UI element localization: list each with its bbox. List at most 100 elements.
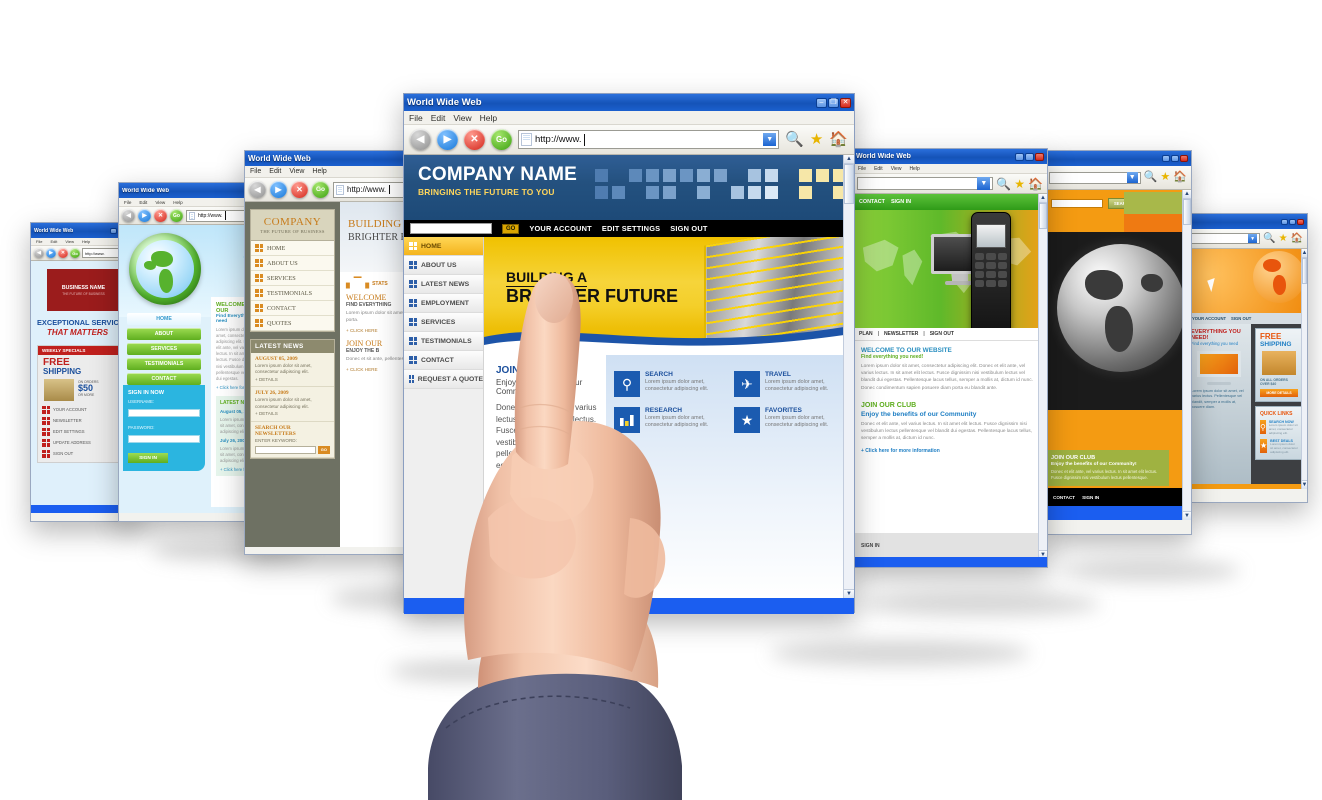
search-input[interactable] — [410, 223, 492, 234]
menu-help[interactable]: Help — [480, 113, 497, 123]
menu-help[interactable]: Help — [173, 200, 182, 205]
nav-item-about[interactable]: ABOUT — [127, 328, 201, 340]
newsletter-go-button[interactable]: GO — [317, 445, 330, 454]
nav-item-testimonials[interactable]: TESTIMONIALS — [127, 358, 201, 370]
site-navigation[interactable]: HOME ABOUT SERVICES TESTIMONIALS CONTACT — [127, 313, 201, 388]
scroll-up-arrow[interactable]: ▲ — [1183, 190, 1191, 199]
forward-arrow-icon[interactable]: ▶ — [437, 129, 458, 150]
nav-item-services[interactable]: SERVICES — [251, 271, 334, 286]
menu-edit[interactable]: Edit — [269, 168, 281, 175]
stop-x-icon[interactable]: ✕ — [154, 209, 167, 222]
nav-item-contact[interactable]: CONTACT — [251, 301, 334, 316]
title-bar[interactable]: World Wide Web – ❐ ✕ — [404, 94, 854, 111]
stop-x-icon[interactable]: ✕ — [464, 129, 485, 150]
minimize-button[interactable] — [1162, 155, 1170, 162]
minimize-button[interactable] — [1015, 152, 1024, 161]
close-button[interactable] — [1180, 155, 1188, 162]
menu-bar[interactable]: File Edit View Help — [404, 111, 854, 125]
address-bar[interactable]: ▼ — [1049, 171, 1141, 184]
address-bar[interactable]: ▼ — [1191, 233, 1261, 244]
account-links-list[interactable]: YOUR ACCOUNT NEWSLETTER EDIT SETTINGS UP… — [38, 401, 129, 462]
back-arrow-icon[interactable]: ◀ — [122, 209, 135, 222]
home-icon[interactable]: 🏠 — [1291, 233, 1303, 244]
back-arrow-icon[interactable]: ◀ — [249, 181, 266, 198]
window-controls[interactable] — [1015, 152, 1044, 161]
nav-item-services[interactable]: SERVICES — [127, 343, 201, 355]
sign-in-button[interactable]: SIGN IN — [128, 453, 168, 463]
stop-x-icon[interactable]: ✕ — [291, 181, 308, 198]
nav-contact[interactable]: CONTACT — [859, 199, 885, 205]
star-icon[interactable]: ★ — [1014, 178, 1025, 190]
forward-arrow-icon[interactable]: ▶ — [270, 181, 287, 198]
browser-window-orange-right-site[interactable]: ▼ 🔍 ★ 🏠 YOUR ACCOUNT SIGN OUT EVERYTHING… — [1186, 213, 1308, 503]
list-item[interactable]: SIGN OUT — [42, 448, 125, 459]
scroll-down-arrow[interactable]: ▼ — [1183, 511, 1191, 520]
window-controls[interactable] — [1281, 218, 1304, 225]
link-sign-out[interactable]: SIGN OUT — [670, 224, 707, 233]
minimize-button[interactable]: – — [816, 97, 827, 108]
star-icon[interactable]: ★ — [1279, 233, 1288, 244]
username-input[interactable] — [128, 408, 200, 417]
site-navigation[interactable]: HOME ABOUT US SERVICES TESTIMONIALS CONT… — [250, 241, 335, 332]
scroll-up-arrow[interactable]: ▲ — [1302, 249, 1307, 258]
nav-item-quotes[interactable]: QUOTES — [251, 316, 334, 331]
title-bar[interactable] — [1187, 214, 1307, 229]
vertical-scrollbar[interactable]: ▲ ▼ — [843, 155, 854, 598]
nav-item-home[interactable]: HOME — [404, 237, 483, 256]
home-icon[interactable]: 🏠 — [1173, 172, 1187, 183]
search-input[interactable] — [1051, 198, 1103, 208]
scroll-up-arrow[interactable]: ▲ — [1039, 194, 1047, 203]
maximize-button[interactable] — [1289, 218, 1296, 225]
vertical-scrollbar[interactable]: ▲ ▼ — [1038, 194, 1047, 559]
menu-file[interactable]: File — [409, 113, 423, 123]
maximize-button[interactable] — [1025, 152, 1034, 161]
star-icon[interactable]: ★ — [1160, 172, 1170, 183]
menu-edit[interactable]: Edit — [874, 166, 883, 172]
more-details-button[interactable]: MORE DETAILS — [1260, 389, 1298, 398]
go-button[interactable]: Go — [70, 248, 80, 258]
news-link[interactable]: + DETAILS — [255, 377, 330, 383]
home-icon[interactable]: 🏠 — [829, 132, 848, 147]
go-button[interactable]: Go — [491, 129, 512, 150]
forward-arrow-icon[interactable]: ▶ — [138, 209, 151, 222]
utility-bar[interactable]: GO YOUR ACCOUNT EDIT SETTINGS SIGN OUT — [404, 220, 854, 237]
club-link[interactable]: + Click here for more information — [861, 448, 1039, 454]
search-icon[interactable]: 🔍 — [996, 178, 1011, 190]
close-button[interactable] — [1035, 152, 1044, 161]
chevron-down-icon[interactable]: ▼ — [1126, 172, 1138, 183]
navigation-toolbar[interactable]: ▼ 🔍 ★ 🏠 — [1045, 166, 1191, 190]
nav-item-home[interactable]: HOME — [251, 241, 334, 256]
feature-item[interactable]: ✈ TRAVEL Lorem ipsum dolor amet, consect… — [734, 371, 846, 397]
menu-edit[interactable]: Edit — [431, 113, 446, 123]
browser-window-green-site[interactable]: World Wide Web File Edit View Help ▼ 🔍 ★… — [852, 148, 1048, 568]
search-go-button[interactable]: GO — [502, 223, 520, 234]
menu-file[interactable]: File — [36, 239, 42, 244]
link-your-account[interactable]: YOUR ACCOUNT — [529, 224, 591, 233]
back-arrow-icon[interactable]: ◀ — [34, 248, 44, 258]
menu-file[interactable]: File — [858, 166, 866, 172]
menu-view[interactable]: View — [289, 168, 304, 175]
nav-item-contact[interactable]: CONTACT — [127, 373, 201, 385]
footer-sign-in-link[interactable]: SIGN IN — [861, 543, 880, 549]
footer[interactable]: CONTACT SIGN IN — [1045, 488, 1182, 506]
sign-in-panel[interactable]: SIGN IN NOW USERNAME: PASSWORD: SIGN IN — [123, 385, 205, 471]
footer-contact-link[interactable]: CONTACT — [1053, 495, 1075, 500]
search-icon[interactable]: 🔍 — [785, 132, 804, 147]
title-bar[interactable]: World Wide Web — [853, 149, 1047, 164]
title-bar[interactable] — [1045, 151, 1191, 166]
footer-sign-in-link[interactable]: SIGN IN — [1082, 495, 1099, 500]
scroll-thumb[interactable] — [1302, 258, 1307, 284]
navigation-toolbar[interactable]: ▼ 🔍 ★ 🏠 — [1187, 229, 1307, 249]
scroll-down-arrow[interactable]: ▼ — [1302, 480, 1307, 489]
nav-item-home[interactable]: HOME — [127, 313, 201, 325]
menu-help[interactable]: Help — [82, 239, 90, 244]
search-icon[interactable]: 🔍 — [1263, 233, 1275, 244]
browser-window-orange-globe-site[interactable]: ▼ 🔍 ★ 🏠 SEARCH JOIN OUR CLUB Enjoy the b… — [1044, 150, 1192, 535]
window-controls[interactable] — [1162, 155, 1188, 162]
scroll-thumb[interactable] — [1183, 199, 1191, 225]
menu-help[interactable]: Help — [909, 166, 919, 172]
menu-bar[interactable]: File Edit View Help — [853, 164, 1047, 174]
list-item[interactable]: YOUR ACCOUNT — [42, 404, 125, 415]
quick-link-item[interactable]: ★ BEST DEALS Lorem ipsum dolor sit amet,… — [1260, 438, 1298, 455]
scroll-up-arrow[interactable]: ▲ — [844, 155, 854, 164]
